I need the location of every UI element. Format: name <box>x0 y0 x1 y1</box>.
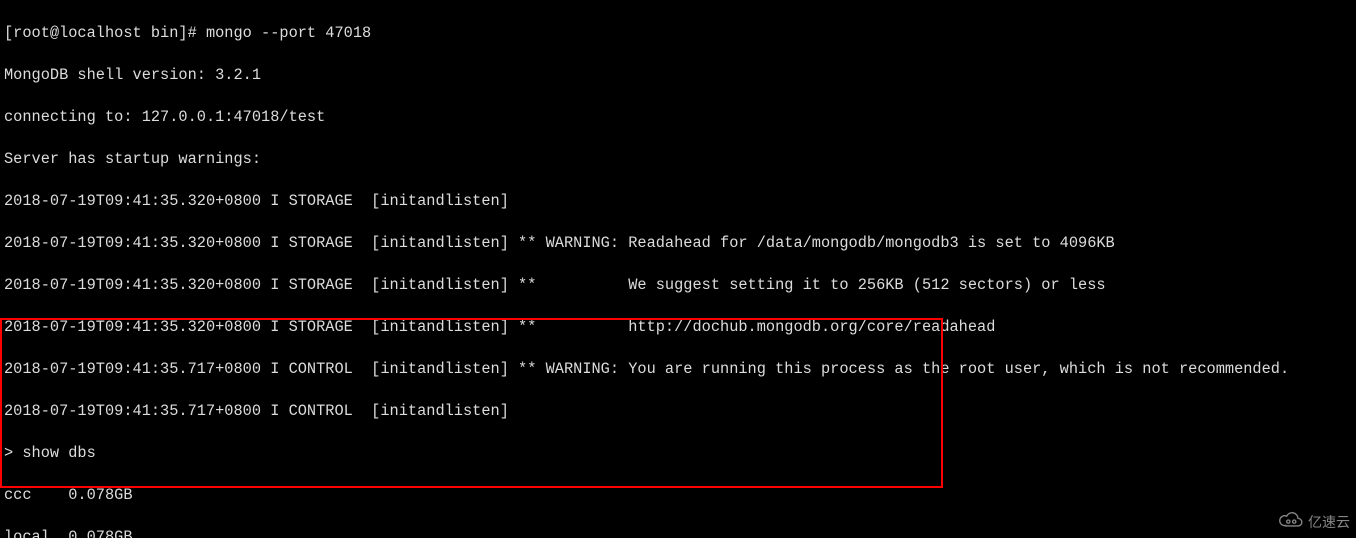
prompt-line: [root@localhost bin]# mongo --port 47018 <box>4 23 1352 44</box>
db-list-item: local 0.078GB <box>4 527 1352 538</box>
command: show dbs <box>22 444 95 462</box>
output-line: 2018-07-19T09:41:35.320+0800 I STORAGE [… <box>4 275 1352 296</box>
output-line: 2018-07-19T09:41:35.717+0800 I CONTROL [… <box>4 401 1352 422</box>
watermark: 亿速云 <box>1278 511 1350 532</box>
watermark-text: 亿速云 <box>1308 512 1350 532</box>
command: mongo --port 47018 <box>206 24 371 42</box>
output-line: 2018-07-19T09:41:35.717+0800 I CONTROL [… <box>4 359 1352 380</box>
shell-prompt: [root@localhost bin]# <box>4 24 206 42</box>
output-line: 2018-07-19T09:41:35.320+0800 I STORAGE [… <box>4 191 1352 212</box>
output-line: Server has startup warnings: <box>4 149 1352 170</box>
cloud-icon <box>1278 511 1304 532</box>
terminal[interactable]: [root@localhost bin]# mongo --port 47018… <box>0 0 1356 538</box>
output-line: connecting to: 127.0.0.1:47018/test <box>4 107 1352 128</box>
db-list-item: ccc 0.078GB <box>4 485 1352 506</box>
prompt-line: > show dbs <box>4 443 1352 464</box>
output-line: 2018-07-19T09:41:35.320+0800 I STORAGE [… <box>4 317 1352 338</box>
mongo-prompt: > <box>4 444 22 462</box>
output-line: MongoDB shell version: 3.2.1 <box>4 65 1352 86</box>
output-line: 2018-07-19T09:41:35.320+0800 I STORAGE [… <box>4 233 1352 254</box>
